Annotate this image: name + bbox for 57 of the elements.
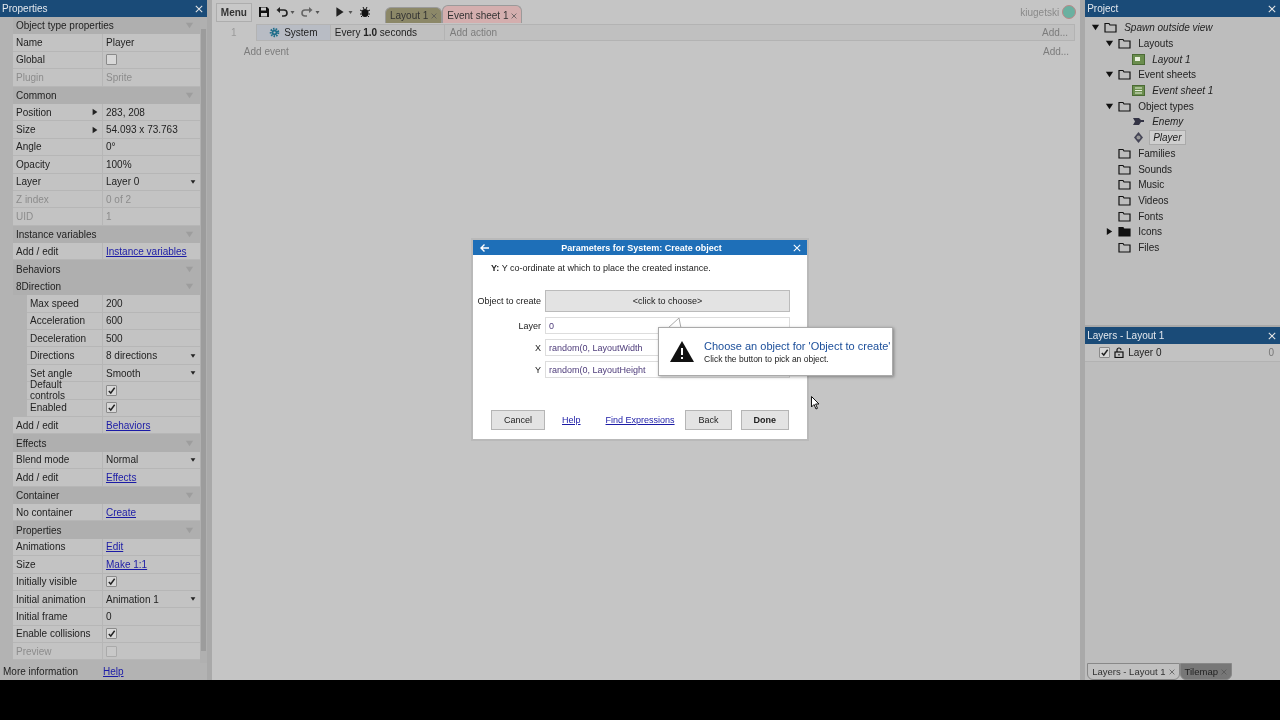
property-label: Max speed: [30, 297, 79, 309]
property-label: Add / edit: [16, 471, 59, 483]
parameter-label: X: [534, 342, 541, 353]
property-value: 100%: [106, 158, 132, 170]
property-label: Size: [16, 124, 36, 136]
property-value: 500: [106, 332, 123, 344]
property-value: 54.093 x 73.763: [106, 124, 178, 136]
property-label: Acceleration: [30, 315, 86, 327]
property-label: Position: [16, 106, 52, 118]
panel-title: Properties: [2, 3, 48, 14]
property-value: 283, 208: [106, 106, 145, 118]
layer-name: Layer 0: [1128, 347, 1162, 358]
tooltip-text: Click the button to pick an object.: [704, 353, 830, 364]
section-title: Object type properties: [16, 20, 114, 32]
property-value: Player: [106, 37, 135, 49]
property-label: Global: [16, 54, 45, 66]
parameter-label: Object to create: [476, 296, 541, 306]
dialog-title: Parameters for System: Create object: [561, 242, 722, 253]
section-title: Container: [16, 489, 60, 501]
section-title: Properties: [16, 524, 62, 536]
behavior-title: 8Direction: [16, 281, 62, 293]
property-label: More information: [2, 665, 80, 677]
property-value: 0°: [106, 141, 116, 153]
property-label: Enabled: [30, 402, 67, 414]
parameter-label: Y: [534, 364, 541, 375]
property-label: Blend mode: [16, 454, 70, 466]
property-label: Layer: [16, 176, 41, 188]
property-label: Initial frame: [16, 610, 68, 622]
property-label: Opacity: [16, 158, 50, 170]
property-label: No container: [16, 506, 73, 518]
tooltip-title: Choose an object for 'Object to create': [704, 339, 891, 352]
event-object: System: [284, 27, 318, 38]
property-label: Default controls: [30, 379, 66, 402]
panel-title: Project: [1087, 3, 1119, 14]
property-label: Name: [16, 37, 43, 49]
property-label: Set angle: [30, 367, 73, 379]
section-title: Behaviors: [16, 263, 61, 275]
property-label: Add / edit: [16, 245, 59, 257]
property-label: Angle: [16, 141, 42, 153]
layer-count: 0: [1268, 347, 1274, 358]
section-title: Effects: [16, 437, 47, 449]
property-label: Initial animation: [16, 593, 86, 605]
property-value: 200: [106, 297, 123, 309]
property-label: Size: [16, 558, 36, 570]
property-label: Animations: [16, 541, 66, 553]
parameter-description: Y: Y co-ordinate at which to place the created instance.: [490, 262, 712, 273]
panel-title: Layers - Layout 1: [1087, 330, 1165, 341]
property-label: Add / edit: [16, 419, 59, 431]
property-label: Directions: [30, 350, 75, 362]
parameter-label: Layer: [517, 320, 541, 331]
property-label: Initially visible: [16, 576, 78, 588]
property-label: Enable collisions: [16, 628, 91, 640]
property-label: Deceleration: [30, 332, 87, 344]
property-value: 600: [106, 315, 123, 327]
property-value: 0: [106, 610, 112, 622]
section-title: Common: [16, 89, 57, 101]
section-title: Instance variables: [16, 228, 97, 240]
